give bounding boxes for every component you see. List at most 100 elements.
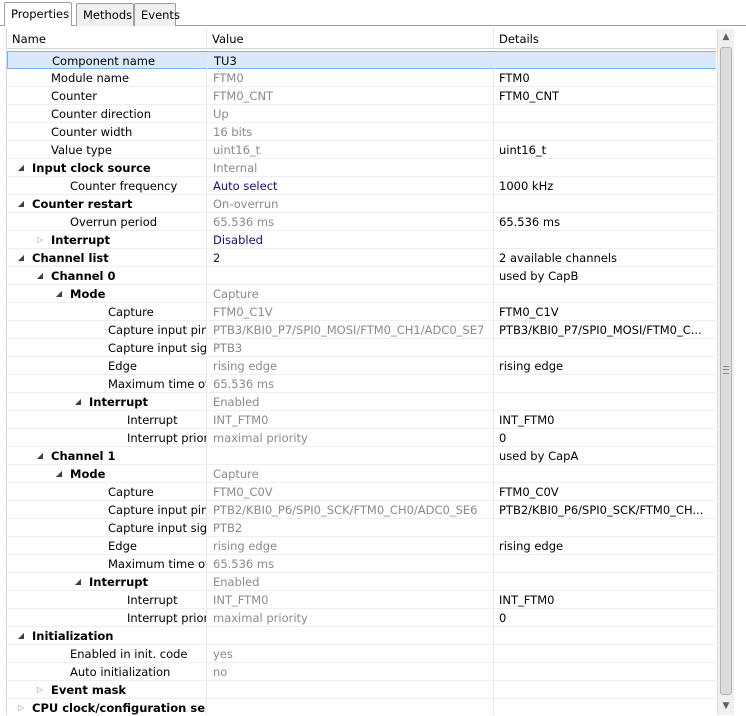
property-value[interactable]: TU3 xyxy=(208,52,495,69)
property-row[interactable]: Value type uint16_t uint16_t xyxy=(7,141,716,159)
property-value[interactable]: INT_FTM0 xyxy=(207,591,494,608)
property-row[interactable]: Capture FTM0_C1V FTM0_C1V xyxy=(7,303,716,321)
property-value[interactable]: uint16_t xyxy=(207,141,494,158)
collapse-arrow-icon[interactable]: ◢ xyxy=(54,465,64,482)
collapse-arrow-icon[interactable]: ◢ xyxy=(54,285,64,302)
property-name: Channel 0 xyxy=(51,269,116,283)
property-value[interactable]: rising edge xyxy=(207,357,494,374)
collapse-arrow-icon[interactable]: ◢ xyxy=(73,573,83,590)
property-row[interactable]: Module name FTM0 FTM0 xyxy=(7,69,716,87)
property-value[interactable]: PTB3 xyxy=(207,339,494,356)
property-value[interactable] xyxy=(207,681,494,698)
property-row[interactable]: ◢ Interrupt Enabled xyxy=(7,573,716,591)
column-header-value[interactable]: Value xyxy=(207,29,494,49)
property-row[interactable]: Counter direction Up xyxy=(7,105,716,123)
property-row[interactable]: Capture input pin PTB2/KBI0_P6/SPI0_SCK/F… xyxy=(7,501,716,519)
property-row[interactable]: Edge rising edge rising edge xyxy=(7,357,716,375)
collapse-arrow-icon[interactable]: ◢ xyxy=(16,627,26,644)
property-value[interactable]: FTM0_C0V xyxy=(207,483,494,500)
property-value[interactable]: rising edge xyxy=(207,537,494,554)
property-row[interactable]: ▷ CPU clock/configuration selection xyxy=(7,699,716,715)
property-value[interactable]: yes xyxy=(207,645,494,662)
property-value[interactable]: PTB3/KBI0_P7/SPI0_MOSI/FTM0_CH1/ADC0_SE7 xyxy=(207,321,494,338)
property-value[interactable]: Disabled xyxy=(207,231,494,248)
expand-arrow-icon[interactable]: ▷ xyxy=(35,231,45,248)
property-value[interactable]: Enabled xyxy=(207,393,494,410)
property-value[interactable] xyxy=(207,627,494,644)
column-header-name[interactable]: Name xyxy=(7,29,207,49)
column-header-details[interactable]: Details xyxy=(494,29,716,49)
property-row[interactable]: Interrupt prioritymaximal priority0 xyxy=(7,609,716,627)
property-value[interactable]: 65.536 ms xyxy=(207,555,494,572)
property-value[interactable]: no xyxy=(207,663,494,680)
property-row[interactable]: Interrupt INT_FTM0 INT_FTM0 xyxy=(7,411,716,429)
tab-events[interactable]: Events xyxy=(134,3,180,26)
property-value[interactable]: Enabled xyxy=(207,573,494,590)
property-row[interactable]: Interrupt INT_FTM0 INT_FTM0 xyxy=(7,591,716,609)
property-value[interactable] xyxy=(207,267,494,284)
property-row[interactable]: ◢ Initialization xyxy=(7,627,716,645)
property-value[interactable]: maximal priority xyxy=(207,429,494,446)
property-value[interactable]: FTM0_C1V xyxy=(207,303,494,320)
property-value[interactable]: On-overrun xyxy=(207,195,494,212)
property-row[interactable]: ◢ Channel list 2 2 available channels xyxy=(7,249,716,267)
property-value[interactable]: 65.536 ms xyxy=(207,375,494,392)
property-row[interactable]: ◢ Mode Capture xyxy=(7,285,716,303)
collapse-arrow-icon[interactable]: ◢ xyxy=(16,195,26,212)
property-name-cell: ◢ Channel 0 xyxy=(7,267,207,284)
property-row[interactable]: Maximum time of event65.536 ms xyxy=(7,375,716,393)
property-row[interactable]: Overrun period 65.536 ms 65.536 ms xyxy=(7,213,716,231)
property-row[interactable]: ◢ Interrupt Enabled xyxy=(7,393,716,411)
property-row[interactable]: Interrupt prioritymaximal priority0 xyxy=(7,429,716,447)
property-row[interactable]: Maximum time of event65.536 ms xyxy=(7,555,716,573)
property-row[interactable]: Edge rising edge rising edge xyxy=(7,537,716,555)
property-row[interactable]: Counter frequency Auto select 1000 kHz xyxy=(7,177,716,195)
property-row[interactable]: Capture FTM0_C0V FTM0_C0V xyxy=(7,483,716,501)
arrow-up-icon[interactable]: ▲ xyxy=(718,29,734,46)
arrow-down-icon[interactable]: ▼ xyxy=(718,698,734,715)
property-value[interactable]: Auto select xyxy=(207,177,494,194)
collapse-arrow-icon[interactable]: ◢ xyxy=(35,447,45,464)
property-row[interactable]: ◢ Channel 0 used by CapB xyxy=(7,267,716,285)
tab-properties[interactable]: Properties xyxy=(4,2,72,26)
property-value[interactable]: Internal xyxy=(207,159,494,176)
property-row[interactable]: Counter width 16 bits xyxy=(7,123,716,141)
property-value[interactable]: INT_FTM0 xyxy=(207,411,494,428)
collapse-arrow-icon[interactable]: ◢ xyxy=(16,249,26,266)
collapse-arrow-icon[interactable]: ◢ xyxy=(16,159,26,176)
property-value[interactable]: Capture xyxy=(207,465,494,482)
property-value[interactable]: maximal priority xyxy=(207,609,494,626)
property-row[interactable]: ◢ Mode Capture xyxy=(7,465,716,483)
scrollbar-thumb[interactable] xyxy=(720,47,732,695)
property-row[interactable]: Capture input signalPTB2 xyxy=(7,519,716,537)
property-row[interactable]: ◢ Counter restart On-overrun xyxy=(7,195,716,213)
property-value[interactable] xyxy=(207,447,494,464)
tab-methods[interactable]: Methods xyxy=(76,3,134,26)
property-row[interactable]: Component name TU3 xyxy=(7,51,716,69)
property-row[interactable]: ◢ Input clock source Internal xyxy=(7,159,716,177)
property-row[interactable]: Enabled in init. code yes xyxy=(7,645,716,663)
property-row[interactable]: Capture input signalPTB3 xyxy=(7,339,716,357)
property-value[interactable]: 16 bits xyxy=(207,123,494,140)
property-value[interactable]: Up xyxy=(207,105,494,122)
property-value[interactable]: PTB2/KBI0_P6/SPI0_SCK/FTM0_CH0/ADC0_SE6 xyxy=(207,501,494,518)
property-row[interactable]: Auto initialization no xyxy=(7,663,716,681)
property-value[interactable]: 65.536 ms xyxy=(207,213,494,230)
property-row[interactable]: Counter FTM0_CNT FTM0_CNT xyxy=(7,87,716,105)
expand-arrow-icon[interactable]: ▷ xyxy=(35,681,45,698)
property-row[interactable]: ▷ Event mask xyxy=(7,681,716,699)
expand-arrow-icon[interactable]: ▷ xyxy=(16,699,26,715)
property-value[interactable]: Capture xyxy=(207,285,494,302)
property-value[interactable] xyxy=(207,699,494,715)
property-value[interactable]: FTM0_CNT xyxy=(207,87,494,104)
property-value[interactable]: FTM0 xyxy=(207,69,494,86)
collapse-arrow-icon[interactable]: ◢ xyxy=(35,267,45,284)
property-value[interactable]: PTB2 xyxy=(207,519,494,536)
property-name-cell: Capture xyxy=(7,303,207,320)
property-value[interactable]: 2 xyxy=(207,249,494,266)
vertical-scrollbar[interactable]: ▲ ▼ xyxy=(717,29,734,715)
property-row[interactable]: ▷ Interrupt Disabled xyxy=(7,231,716,249)
property-row[interactable]: Capture input pin PTB3/KBI0_P7/SPI0_MOSI/… xyxy=(7,321,716,339)
collapse-arrow-icon[interactable]: ◢ xyxy=(73,393,83,410)
property-row[interactable]: ◢ Channel 1 used by CapA xyxy=(7,447,716,465)
